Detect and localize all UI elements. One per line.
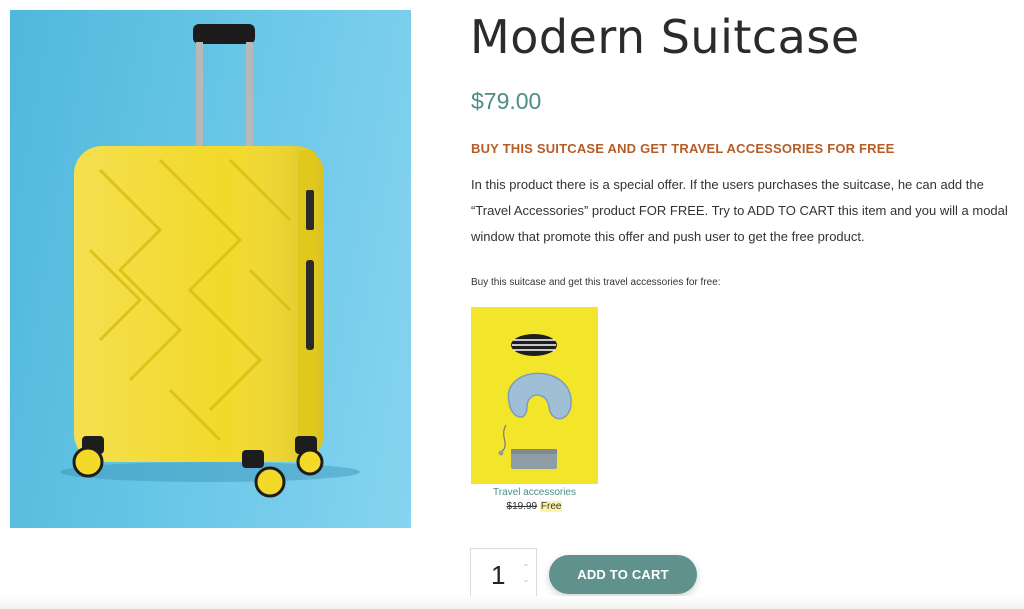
bundle-product-prices: $19.99 Free	[471, 500, 598, 514]
offer-heading: BUY THIS SUITCASE AND GET TRAVEL ACCESSO…	[471, 141, 895, 156]
bundle-old-price: $19.99	[506, 501, 538, 512]
add-to-cart-button[interactable]: ADD TO CART	[549, 555, 697, 594]
product-image[interactable]	[10, 10, 411, 528]
bundle-label: Buy this suitcase and get this travel ac…	[471, 277, 721, 288]
chevron-up-icon[interactable]: ⌃	[521, 563, 531, 573]
bundle-product-name[interactable]: Travel accessories	[471, 486, 598, 500]
product-price: $79.00	[471, 88, 542, 114]
yellow-suitcase-photo	[60, 24, 360, 498]
quantity-value[interactable]: 1	[491, 560, 505, 591]
bundle-product-card[interactable]: Travel accessories $19.99 Free	[471, 307, 598, 514]
chevron-down-icon[interactable]: ⌄	[521, 575, 531, 585]
travel-accessories-photo	[498, 334, 572, 469]
page-bottom-edge	[0, 596, 1024, 609]
travel-accessories-image[interactable]	[471, 307, 598, 484]
product-title: Modern Suitcase	[470, 10, 860, 64]
quantity-stepper[interactable]: 1 ⌃ ⌄	[470, 548, 537, 600]
bundle-free-price: Free	[539, 501, 563, 512]
product-description: In this product there is a special offer…	[471, 177, 1008, 244]
